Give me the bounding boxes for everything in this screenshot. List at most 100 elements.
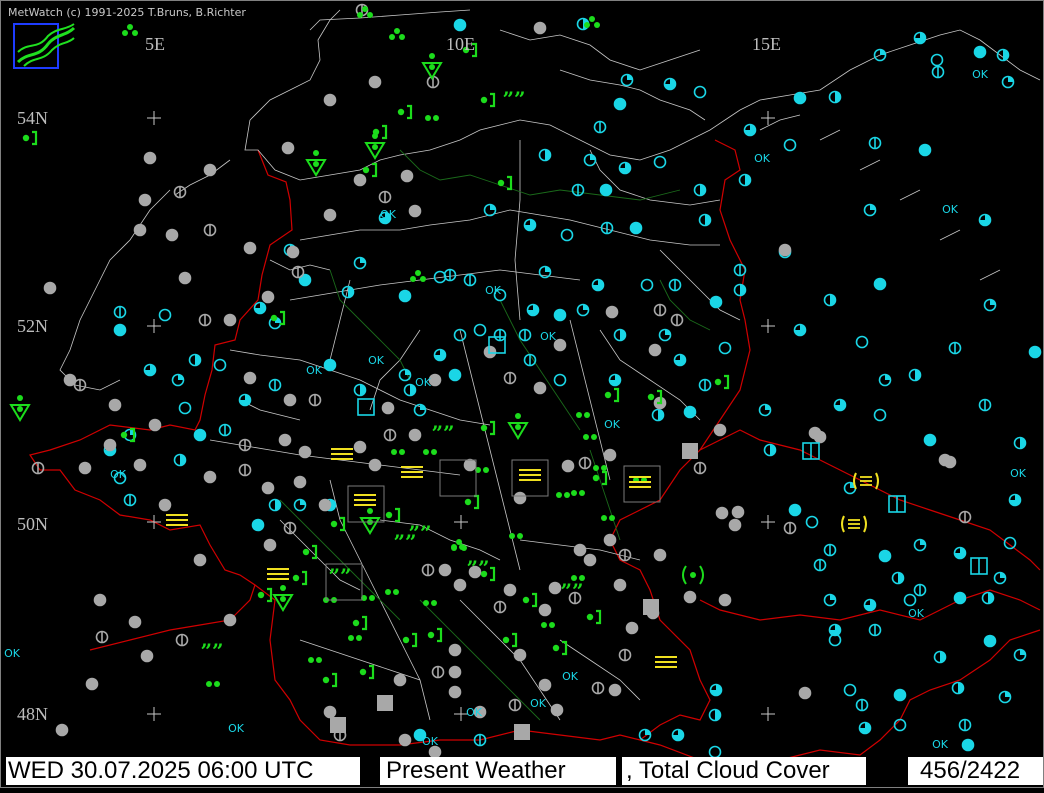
rain-symbol: [385, 589, 399, 595]
cloud-cover-symbol: [293, 498, 307, 512]
rain-shower-symbol: [502, 632, 518, 648]
cloud-cover-symbol: [538, 603, 552, 617]
rain-cluster-symbol: [389, 28, 405, 40]
cloud-cover-symbol: [913, 583, 927, 597]
cloud-cover-symbol: [683, 405, 697, 419]
cloud-cover-symbol: [548, 581, 562, 595]
cloud-cover-symbol: [173, 185, 187, 199]
longitude-label-10e: 10E: [446, 34, 475, 54]
cloud-cover-symbol: [733, 263, 747, 277]
station-box-symbol: [888, 495, 906, 513]
cloud-cover-symbol: [863, 598, 877, 612]
cloud-cover-symbol: [533, 381, 547, 395]
cloud-cover-symbol: [858, 721, 872, 735]
cloud-cover-symbol: [400, 169, 414, 183]
cloud-cover-symbol: [193, 553, 207, 567]
shower-triangle-symbol: [9, 395, 31, 422]
cloud-cover-symbol: [398, 289, 412, 303]
fog-symbol: [166, 514, 188, 526]
cloud-cover-symbol: [513, 491, 527, 505]
cloud-cover-symbol: [715, 506, 729, 520]
cloud-cover-symbol: [133, 223, 147, 237]
cloud-cover-symbol: [323, 705, 337, 719]
cloud-cover-symbol: [383, 428, 397, 442]
drizzle-symbol: ””: [560, 579, 583, 603]
cloud-cover-symbol: [508, 698, 522, 712]
fog-symbol: [267, 568, 289, 580]
cloud-cover-symbol: [218, 423, 232, 437]
ok-station-mark: OK: [415, 376, 432, 389]
cloud-cover-symbol: [873, 408, 887, 422]
cloud-cover-symbol: [718, 593, 732, 607]
rain-symbol: [423, 600, 437, 606]
cloud-cover-symbol: [438, 563, 452, 577]
cloud-cover-symbol: [913, 31, 927, 45]
cloud-cover-symbol: [823, 593, 837, 607]
rain-symbol: [361, 595, 375, 601]
cloud-cover-symbol: [670, 313, 684, 327]
cloud-cover-symbol: [203, 470, 217, 484]
product-secondary-label[interactable]: , Total Cloud Cover: [622, 757, 866, 785]
cloud-cover-symbol: [238, 393, 252, 407]
cloud-cover-symbol: [978, 398, 992, 412]
rain-shower-symbol: [397, 104, 413, 120]
cloud-cover-symbol: [421, 563, 435, 577]
ok-station-mark: OK: [562, 670, 579, 683]
cloud-cover-symbol: [448, 685, 462, 699]
cloud-cover-symbol: [693, 461, 707, 475]
cloud-cover-symbol: [663, 77, 677, 91]
cloud-cover-symbol: [868, 136, 882, 150]
ok-station-mark: OK: [540, 330, 557, 343]
cloud-cover-symbol: [323, 358, 337, 372]
fog-symbol: [354, 494, 376, 506]
cloud-cover-symbol: [293, 475, 307, 489]
map-canvas: OK OK OK OK OK OK OK OK OK OK OK OK OK OK OK OK OK OK OK OK…: [4, 3, 1042, 771]
rain-symbol: [475, 467, 489, 473]
rain-shower-symbol: [352, 615, 368, 631]
cloud-cover-symbol: [55, 723, 69, 737]
cloud-cover-symbol: [603, 448, 617, 462]
cloud-cover-symbol: [658, 328, 672, 342]
rain-symbol: [583, 434, 597, 440]
cloud-cover-symbol: [448, 643, 462, 657]
cloud-cover-symbol: [843, 683, 857, 697]
station-box-symbol: [802, 442, 820, 460]
cloud-cover-symbol: [85, 677, 99, 691]
shower-triangle-symbol: [364, 133, 386, 160]
cloud-cover-symbol: [368, 75, 382, 89]
rain-shower-symbol: [552, 640, 568, 656]
cloud-cover-symbol: [251, 518, 265, 532]
cloud-cover-symbol: [709, 683, 723, 697]
cloud-cover-symbol: [526, 303, 540, 317]
cloud-cover-symbol: [538, 678, 552, 692]
product-primary-label[interactable]: Present Weather: [380, 757, 616, 785]
cloud-cover-symbol: [533, 21, 547, 35]
cloud-cover-symbol: [640, 278, 654, 292]
cloud-cover-symbol: [583, 553, 597, 567]
cloud-cover-symbol: [140, 649, 154, 663]
cloud-cover-symbol: [828, 90, 842, 104]
rain-shower-symbol: [497, 175, 513, 191]
cloud-cover-symbol: [263, 538, 277, 552]
cloud-cover-symbol: [653, 548, 667, 562]
weather-map[interactable]: OK OK OK OK OK OK OK OK OK OK OK OK OK OK OK OK OK OK OK OK…: [0, 0, 1044, 788]
cloud-cover-symbol: [398, 733, 412, 747]
cloud-cover-symbol: [278, 433, 292, 447]
cloud-cover-symbol: [493, 328, 507, 342]
cloud-cover-symbol: [603, 533, 617, 547]
cloud-cover-symbol: [653, 155, 667, 169]
cloud-cover-symbol: [763, 443, 777, 457]
drizzle-symbol: ””: [466, 556, 489, 580]
cloud-cover-symbol: [673, 353, 687, 367]
cloud-cover-symbol: [608, 683, 622, 697]
cloud-cover-symbol: [743, 123, 757, 137]
cloud-cover-symbol: [408, 428, 422, 442]
cloud-cover-symbol: [398, 368, 412, 382]
cloud-cover-symbol: [683, 590, 697, 604]
cloud-cover-symbol: [203, 163, 217, 177]
ok-station-mark: OK: [110, 468, 127, 481]
cloud-cover-symbol: [608, 373, 622, 387]
cloud-cover-symbol: [951, 681, 965, 695]
cloud-cover-symbol: [143, 363, 157, 377]
cloud-cover-symbol: [143, 151, 157, 165]
